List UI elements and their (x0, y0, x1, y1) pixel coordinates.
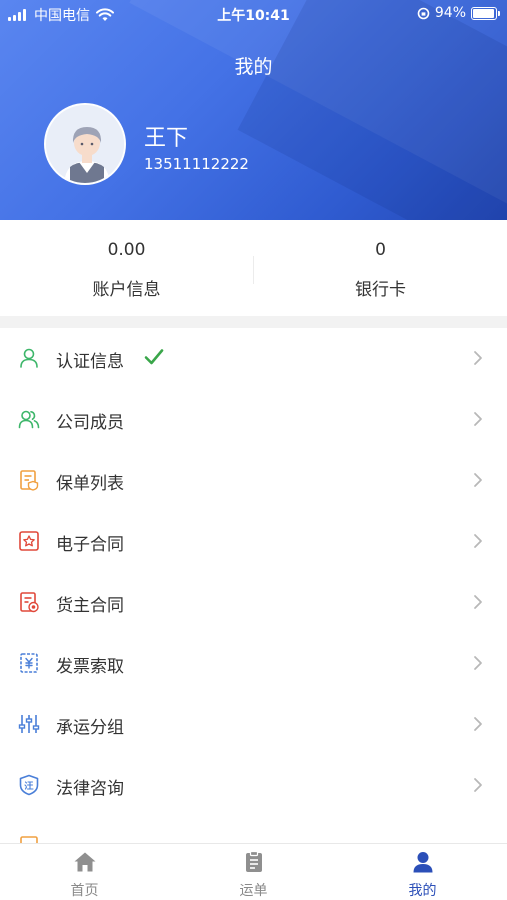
status-right: 94% (417, 5, 500, 21)
members-icon (18, 410, 40, 429)
e-contract-icon (19, 531, 39, 551)
tab-home[interactable]: 首页 (0, 844, 169, 900)
battery-percent: 94% (434, 5, 466, 21)
avatar[interactable] (44, 103, 126, 185)
bank-card-label: 银行卡 (355, 280, 406, 300)
chevron-right-icon (474, 717, 482, 731)
rotation-lock-icon (417, 7, 430, 19)
home-icon (74, 852, 96, 872)
account-stats: 0.00 账户信息 0 银行卡 (0, 220, 507, 316)
menu-label: 电子合同 (56, 535, 124, 555)
tab-waybill[interactable]: 运单 (169, 844, 338, 900)
menu-list: 认证信息 公司成员 保单列表 电子合同 货主合同 发票索取 承运分组 法律咨询 (0, 328, 507, 843)
tab-profile[interactable]: 我的 (338, 844, 507, 900)
invoice-icon (20, 653, 38, 673)
menu-item-policy-list[interactable]: 保单列表 (0, 450, 507, 511)
chevron-right-icon (474, 656, 482, 670)
profile-icon (413, 852, 433, 873)
battery-icon (471, 6, 500, 20)
tab-label: 我的 (408, 883, 437, 899)
carrier-group-icon (18, 715, 40, 733)
avatar-illustration-icon (46, 105, 124, 183)
menu-item-partial[interactable] (0, 816, 507, 843)
bottom-tab-bar: 首页 运单 我的 (0, 843, 507, 900)
shipper-contract-icon (20, 592, 39, 613)
user-name: 王下 (144, 126, 189, 151)
chevron-right-icon (474, 351, 482, 365)
status-bar: 中国电信 上午10:41 94% (0, 0, 507, 30)
tab-label: 首页 (70, 883, 99, 899)
account-info-stat[interactable]: 0.00 账户信息 (0, 220, 253, 316)
account-info-label: 账户信息 (92, 280, 161, 300)
user-icon (20, 348, 38, 368)
legal-shield-icon (19, 774, 39, 796)
menu-item-company-members[interactable]: 公司成员 (0, 389, 507, 450)
section-gap (0, 316, 507, 328)
chevron-right-icon (474, 412, 482, 426)
chevron-right-icon (474, 595, 482, 609)
verified-check-icon (144, 349, 164, 365)
policy-list-icon (20, 470, 39, 491)
profile-header: 中国电信 上午10:41 94% 我的 王下 13511112222 (0, 0, 507, 220)
menu-item-verification[interactable]: 认证信息 (0, 328, 507, 389)
chevron-right-icon (474, 778, 482, 792)
menu-label: 承运分组 (56, 718, 124, 738)
menu-label: 货主合同 (56, 596, 124, 616)
menu-label: 发票索取 (56, 657, 124, 677)
menu-label: 公司成员 (56, 413, 124, 433)
page-title: 我的 (234, 56, 273, 78)
waybill-icon (246, 850, 262, 872)
account-balance: 0.00 (107, 240, 146, 260)
user-phone: 13511112222 (144, 155, 249, 173)
menu-item-carrier-group[interactable]: 承运分组 (0, 694, 507, 755)
menu-item-legal-consult[interactable]: 法律咨询 (0, 755, 507, 816)
menu-label: 保单列表 (56, 474, 124, 494)
partial-row-icon (20, 836, 38, 843)
menu-label: 认证信息 (56, 352, 124, 372)
tab-label: 运单 (239, 883, 268, 899)
chevron-right-icon (474, 534, 482, 548)
menu-item-e-contract[interactable]: 电子合同 (0, 511, 507, 572)
bank-card-count: 0 (375, 240, 386, 260)
menu-item-invoice-request[interactable]: 发票索取 (0, 633, 507, 694)
chevron-right-icon (474, 473, 482, 487)
menu-label: 法律咨询 (56, 779, 124, 799)
menu-item-shipper-contract[interactable]: 货主合同 (0, 572, 507, 633)
bank-card-stat[interactable]: 0 银行卡 (254, 220, 507, 316)
